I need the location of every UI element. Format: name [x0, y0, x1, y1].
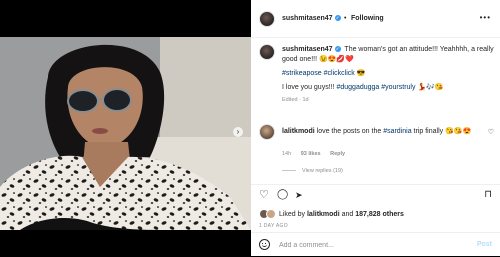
author-username-text[interactable]: sushmitasen47: [282, 15, 333, 22]
comment-meta: 14h 93 likes Reply: [282, 151, 353, 157]
like-heart-icon[interactable]: ♡: [259, 189, 269, 201]
author-avatar[interactable]: [259, 11, 275, 27]
replies-divider: [282, 170, 296, 172]
caption-avatar[interactable]: [259, 44, 275, 60]
commenter-username[interactable]: lalitkmodi: [282, 128, 315, 135]
liked-by-and: and: [339, 210, 356, 218]
post-comment-button[interactable]: Post: [477, 241, 492, 248]
comment: lalitkmodi love the posts on the #sardin…: [282, 127, 478, 137]
share-icon[interactable]: ➤: [295, 189, 303, 201]
view-replies-button[interactable]: View replies (19): [282, 168, 343, 174]
author-username[interactable]: sushmitasen47 ✓: [282, 15, 341, 22]
liked-by-prefix: Liked by: [278, 210, 307, 218]
commenter-avatar[interactable]: [259, 124, 275, 140]
comment-likes[interactable]: 93 likes: [301, 151, 321, 157]
photo-illustration: [0, 37, 251, 230]
caption-username[interactable]: sushmitasen47 ✓: [282, 46, 341, 53]
liker-avatar-icon[interactable]: [266, 209, 276, 219]
emoji-smiley-icon[interactable]: [259, 239, 270, 250]
chevron-right-icon: ›: [236, 127, 240, 136]
comment-like-heart-icon[interactable]: ♡: [488, 128, 494, 136]
caption-line-3-tags[interactable]: #duggadugga #yourstruly: [336, 84, 415, 91]
edited-label: Edited · 1d: [282, 97, 309, 103]
comment-time[interactable]: 14h: [282, 151, 291, 157]
comment-hashtag[interactable]: #sardinia: [383, 128, 411, 135]
separator-dot: •: [344, 15, 347, 22]
caption: sushmitasen47 ✓ The woman's got an attitu…: [282, 45, 494, 105]
comment-text-after: trip finally 😘😘😍: [411, 128, 472, 135]
media-pane: ›: [0, 0, 251, 256]
save-bookmark-icon[interactable]: ⊓: [484, 189, 492, 201]
post-header: sushmitasen47 ✓ • Following •••: [251, 0, 500, 38]
view-replies-label[interactable]: View replies (19): [302, 168, 343, 174]
comment-input[interactable]: [279, 239, 459, 251]
caption-line-3-text: I love you guys!!!: [282, 84, 337, 91]
add-comment-bar: Post: [251, 232, 500, 257]
caption-line-3-emoji: 💃🎶😘: [415, 84, 444, 91]
verified-badge-icon: ✓: [334, 46, 341, 53]
comment-text-before: love the posts on the: [316, 128, 384, 135]
liked-by-others[interactable]: 187,828 others: [355, 211, 404, 218]
post-sidebar: sushmitasen47 ✓ • Following ••• sushmitas…: [251, 0, 500, 256]
post-modal: › sushmitasen47 ✓ • Following ••• sushmit…: [0, 0, 500, 256]
caption-line-3: I love you guys!!! #duggadugga #yourstru…: [282, 83, 494, 93]
more-options-icon[interactable]: •••: [480, 13, 491, 22]
liked-by: Liked by lalitkmodi and 187,828 others: [259, 209, 404, 219]
comments-section[interactable]: sushmitasen47 ✓ The woman's got an attitu…: [251, 37, 500, 184]
comment-bubble-icon[interactable]: ◯: [277, 189, 288, 201]
next-slide-button[interactable]: ›: [233, 127, 243, 137]
post-timestamp[interactable]: 1 DAY AGO: [259, 223, 288, 229]
caption-username-text[interactable]: sushmitasen47: [282, 46, 333, 53]
liked-by-user[interactable]: lalitkmodi: [307, 211, 340, 218]
reply-button[interactable]: Reply: [330, 151, 345, 157]
following-button[interactable]: Following: [351, 15, 384, 22]
post-photo[interactable]: [0, 37, 251, 230]
verified-badge-icon: ✓: [334, 15, 341, 22]
caption-hashtags[interactable]: #strikeapose #clickclick 😎: [282, 69, 494, 79]
